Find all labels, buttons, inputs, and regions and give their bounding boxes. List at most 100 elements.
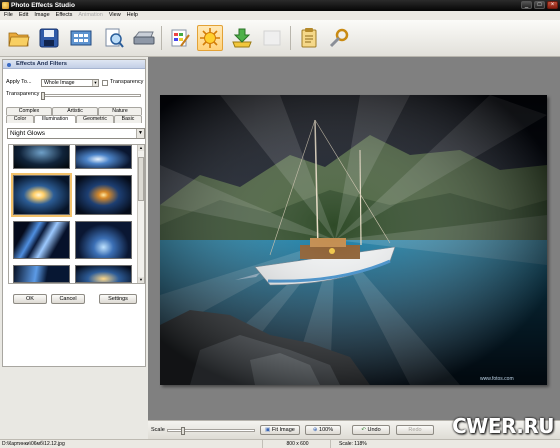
fit-image-label: Fit Image bbox=[271, 427, 295, 433]
transparency-slider[interactable] bbox=[41, 94, 141, 97]
ok-button[interactable]: OK bbox=[13, 294, 47, 304]
tab-color[interactable]: Color bbox=[6, 115, 34, 123]
undo-button[interactable]: ↶ Undo bbox=[352, 425, 390, 435]
transparency-check-label: Transparency bbox=[110, 79, 144, 85]
export-download-icon bbox=[232, 28, 252, 48]
effect-select[interactable]: Night Glows ▼ bbox=[7, 128, 145, 139]
scan-button[interactable] bbox=[131, 25, 157, 51]
menu-view[interactable]: View bbox=[106, 11, 124, 20]
scroll-thumb[interactable] bbox=[138, 157, 144, 201]
apply-to-value: Whole Image bbox=[44, 80, 75, 86]
effects-panel-box: Effects And Filters Apply To... Whole Im… bbox=[2, 59, 146, 367]
effect-thumbnail[interactable] bbox=[13, 221, 70, 259]
menu-help[interactable]: Help bbox=[124, 11, 141, 20]
toolbar-separator bbox=[290, 26, 291, 50]
edited-photo: www.fotos.com bbox=[160, 95, 547, 385]
apply-to-label: Apply To... bbox=[6, 79, 32, 85]
title-bar: Photo Effects Studio _ □ × bbox=[0, 0, 560, 11]
effects-sun-icon bbox=[200, 28, 220, 48]
menu-image[interactable]: Image bbox=[31, 11, 52, 20]
window-controls: _ □ × bbox=[521, 1, 558, 9]
save-button[interactable] bbox=[36, 25, 62, 51]
chevron-down-icon: ▼ bbox=[136, 129, 144, 138]
magnifier-document-icon bbox=[105, 28, 124, 48]
transparency-slider-thumb[interactable] bbox=[41, 92, 45, 100]
scroll-down-icon[interactable]: ▼ bbox=[138, 277, 144, 283]
scale-label: Scale bbox=[151, 427, 165, 433]
maximize-button[interactable]: □ bbox=[534, 1, 545, 9]
thumbnail-scrollbar[interactable]: ▲ ▼ bbox=[137, 145, 144, 283]
settings-wrench-icon bbox=[329, 28, 349, 48]
notes-button[interactable] bbox=[296, 25, 322, 51]
toolbar bbox=[0, 20, 560, 57]
transparency-checkbox[interactable] bbox=[102, 80, 108, 86]
fit-image-button[interactable]: ▣ Fit Image bbox=[260, 425, 300, 435]
menu-bar: File Edit Image Effects Animation View H… bbox=[0, 11, 560, 20]
settings-button[interactable] bbox=[326, 25, 352, 51]
blank-icon bbox=[263, 30, 281, 46]
tab-illumination[interactable]: Illumination bbox=[34, 115, 76, 123]
cancel-button[interactable]: Cancel bbox=[51, 294, 85, 304]
tabs-row-1: Complex Artistic Nature bbox=[6, 107, 142, 115]
image-canvas[interactable]: www.fotos.com bbox=[160, 95, 547, 385]
panel-bullet-icon bbox=[7, 63, 11, 67]
tab-complex[interactable]: Complex bbox=[6, 107, 52, 115]
panel-settings-button[interactable]: Settings bbox=[99, 294, 137, 304]
preview-button[interactable] bbox=[101, 25, 127, 51]
transparency-label: Transparency bbox=[6, 91, 40, 97]
effect-thumbnail[interactable] bbox=[13, 145, 70, 169]
effects-button[interactable] bbox=[197, 25, 223, 51]
status-dimensions: 800 x 600 bbox=[262, 440, 330, 448]
scale-slider-thumb[interactable] bbox=[181, 427, 185, 435]
window-title: Photo Effects Studio bbox=[11, 2, 75, 9]
tab-artistic[interactable]: Artistic bbox=[52, 107, 98, 115]
zoom-100-button[interactable]: ⊕ 100% bbox=[305, 425, 341, 435]
zoom-100-label: 100% bbox=[319, 427, 334, 433]
blank-button[interactable] bbox=[259, 25, 285, 51]
effects-panel: Effects And Filters Apply To... Whole Im… bbox=[0, 57, 148, 439]
apply-to-select[interactable]: Whole Image ▼ bbox=[41, 79, 99, 87]
edit-palette-icon bbox=[171, 29, 190, 47]
open-button[interactable] bbox=[6, 25, 32, 51]
panel-header: Effects And Filters bbox=[3, 60, 145, 69]
scroll-up-icon[interactable]: ▲ bbox=[138, 145, 144, 151]
menu-file[interactable]: File bbox=[1, 11, 16, 20]
filmstrip-button[interactable] bbox=[68, 25, 94, 51]
effect-select-value: Night Glows bbox=[10, 130, 46, 137]
panel-title: Effects And Filters bbox=[16, 61, 68, 67]
image-workarea: www.fotos.com bbox=[148, 57, 560, 420]
menu-effects[interactable]: Effects bbox=[53, 11, 76, 20]
status-path: D:\Картинки\06мб\12.12.jpg bbox=[2, 441, 65, 447]
export-button[interactable] bbox=[229, 25, 255, 51]
fit-image-icon: ▣ bbox=[265, 427, 272, 433]
app-icon bbox=[2, 2, 9, 9]
toolbar-separator bbox=[161, 26, 162, 50]
minimize-button[interactable]: _ bbox=[521, 1, 532, 9]
tab-nature[interactable]: Nature bbox=[98, 107, 142, 115]
effect-thumbnail[interactable] bbox=[75, 145, 132, 169]
redo-label: Redo bbox=[408, 427, 422, 433]
tab-basic[interactable]: Basic bbox=[114, 115, 142, 123]
effect-thumbnail[interactable] bbox=[75, 265, 132, 283]
film-strip-icon bbox=[70, 30, 92, 46]
effect-thumbnail[interactable] bbox=[13, 265, 70, 283]
effect-thumbnail-list: ▲ ▼ bbox=[8, 144, 145, 284]
close-button[interactable]: × bbox=[547, 1, 558, 9]
menu-animation[interactable]: Animation bbox=[75, 11, 105, 20]
status-bar: D:\Картинки\06мб\12.12.jpg 800 x 600 Sca… bbox=[0, 439, 560, 448]
effect-thumbnail[interactable] bbox=[11, 173, 72, 217]
edit-button[interactable] bbox=[167, 25, 193, 51]
save-disk-icon bbox=[39, 28, 59, 48]
menu-edit[interactable]: Edit bbox=[16, 11, 31, 20]
tab-geometric[interactable]: Geometric bbox=[76, 115, 114, 123]
effect-thumbnail[interactable] bbox=[75, 221, 132, 259]
open-folder-icon bbox=[8, 32, 30, 47]
effect-thumbnail[interactable] bbox=[75, 175, 132, 215]
image-watermark-text: www.fotos.com bbox=[480, 376, 514, 382]
tabs-row-2: Color Illumination Geometric Basic bbox=[6, 115, 142, 123]
chevron-down-icon: ▼ bbox=[92, 80, 98, 86]
scanner-icon bbox=[133, 31, 155, 45]
undo-label: Undo bbox=[367, 427, 381, 433]
notes-clipboard-icon bbox=[301, 28, 317, 48]
redo-button[interactable]: Redo bbox=[396, 425, 434, 435]
